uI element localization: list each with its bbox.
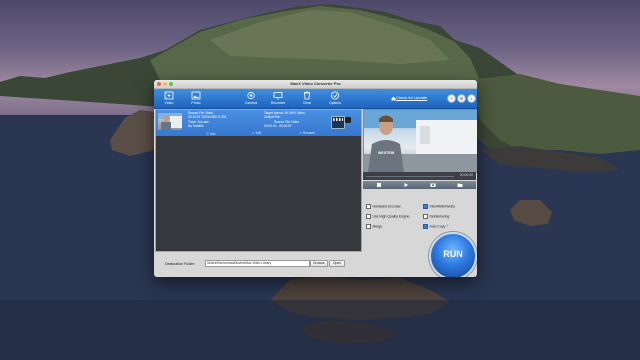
merge-checkbox[interactable] bbox=[366, 223, 371, 229]
recorder-icon bbox=[273, 92, 283, 100]
main-toolbar: Video Photo Camera Recorder Clear Option… bbox=[154, 89, 477, 109]
camera-label: Camera bbox=[244, 101, 258, 105]
stop-icon[interactable] bbox=[376, 182, 382, 188]
task-actions: ⓘ Info ✂ Edit ▭ Rename bbox=[156, 131, 361, 136]
clear-label: Clear bbox=[302, 101, 312, 105]
app-window: MacX Video Converter Pro Video Photo Cam… bbox=[154, 80, 477, 277]
add-photo-button[interactable]: Photo bbox=[183, 90, 209, 107]
destination-bar: Destination Folder: /Users/Ramon/dad/Mov… bbox=[155, 252, 425, 276]
deinterlacing-checkbox[interactable] bbox=[423, 213, 428, 219]
intel-amd-nvidia-checkbox[interactable] bbox=[423, 203, 428, 209]
help-icon[interactable]: ? bbox=[447, 94, 456, 103]
task-edit-label: Edit bbox=[255, 131, 262, 135]
hardware-encoder-checkbox[interactable] bbox=[366, 203, 371, 209]
browse-button[interactable]: Browse bbox=[310, 260, 328, 267]
task-settings-icon[interactable] bbox=[345, 117, 351, 123]
auto-copy-help-icon[interactable]: ? bbox=[446, 224, 448, 228]
check-for-update-link[interactable]: Check for Update bbox=[396, 95, 427, 100]
preview-controls bbox=[363, 181, 476, 189]
auto-copy-label: Auto Copy bbox=[429, 224, 446, 229]
photo-plus-icon bbox=[191, 91, 201, 100]
preview-timeline[interactable]: 00:00:00 bbox=[363, 172, 476, 180]
video-thumbnail bbox=[158, 113, 182, 130]
high-quality-engine-option[interactable]: Use High Quality Engine bbox=[366, 213, 410, 219]
merge-label: Merge bbox=[372, 224, 383, 229]
options-icon bbox=[331, 91, 339, 100]
open-button[interactable]: Open bbox=[329, 260, 345, 267]
snapshot-camera-icon[interactable] bbox=[430, 182, 436, 188]
video-preview: WESTEIN bbox=[363, 109, 477, 173]
clear-button[interactable]: Clear bbox=[294, 90, 320, 107]
task-list[interactable]: Source File Video 00:10:57 1920x1080 H.2… bbox=[155, 109, 362, 252]
destination-folder-field[interactable]: /Users/Ramon/dad/Movies/Mac Video Librar… bbox=[205, 260, 310, 267]
deinterlacing-label: Deinterlacing bbox=[429, 214, 450, 219]
auto-copy-checkbox[interactable] bbox=[423, 223, 428, 229]
camera-button[interactable]: Camera bbox=[238, 90, 264, 107]
title-bar: MacX Video Converter Pro bbox=[154, 80, 477, 89]
options-button[interactable]: Options bbox=[322, 90, 348, 107]
task-edit-button[interactable]: ✂ Edit bbox=[252, 131, 261, 135]
window-title: MacX Video Converter Pro bbox=[290, 81, 341, 86]
run-button[interactable]: RUN bbox=[429, 232, 477, 277]
source-subtitle: No Subtitle bbox=[188, 124, 204, 129]
high-quality-engine-checkbox[interactable] bbox=[366, 213, 371, 219]
play-icon[interactable] bbox=[403, 182, 409, 188]
task-info-label: Info bbox=[210, 132, 216, 136]
preview-time: 00:00:00 bbox=[459, 173, 473, 177]
intel-amd-nvidia-label: Intel/AMD/Nvidia bbox=[429, 204, 455, 209]
recorder-button[interactable]: Recorder bbox=[265, 90, 291, 107]
high-quality-engine-label: Use High Quality Engine bbox=[372, 214, 410, 219]
folder-icon[interactable] bbox=[457, 182, 463, 188]
settings-gear-icon[interactable]: ⚙ bbox=[457, 94, 466, 103]
destination-folder-label: Destination Folder: bbox=[165, 262, 196, 266]
task-row[interactable]: Source File Video 00:10:57 1920x1080 H.2… bbox=[156, 110, 361, 136]
deinterlacing-option[interactable]: Deinterlacing bbox=[423, 213, 450, 219]
add-video-label: Video bbox=[164, 101, 174, 105]
task-info-button[interactable]: ⓘ Info bbox=[206, 131, 215, 136]
task-rename-label: Rename bbox=[302, 131, 315, 135]
add-photo-label: Photo bbox=[191, 101, 201, 105]
info-icon[interactable]: i bbox=[467, 94, 476, 103]
auto-copy-option[interactable]: Auto Copy? bbox=[423, 223, 448, 229]
hardware-encoder-label: Hardware Encoder bbox=[372, 204, 401, 209]
recorder-label: Recorder bbox=[270, 101, 286, 105]
merge-option[interactable]: Merge bbox=[366, 223, 383, 229]
video-plus-icon bbox=[164, 91, 174, 100]
codec-clapper-icon[interactable] bbox=[331, 116, 345, 129]
source-info: Source File Video 00:10:57 1920x1080 H.2… bbox=[188, 111, 226, 129]
options-label: Options bbox=[328, 101, 342, 105]
timeline-track[interactable] bbox=[366, 176, 454, 177]
hardware-encoder-option[interactable]: Hardware Encoder bbox=[366, 203, 401, 209]
intel-amd-nvidia-option[interactable]: Intel/AMD/Nvidia bbox=[423, 203, 455, 209]
task-rename-button[interactable]: ▭ Rename bbox=[299, 131, 315, 135]
output-duration: 00:00:00 - 00:10:57 bbox=[264, 124, 292, 129]
target-info: Target format: 4K MP4 Video Output File:… bbox=[264, 111, 305, 129]
add-video-button[interactable]: Video bbox=[156, 90, 182, 107]
preview-frame: WESTEIN bbox=[364, 110, 477, 172]
camera-icon bbox=[247, 91, 255, 100]
run-label: RUN bbox=[443, 249, 463, 259]
shirt-text: WESTEIN bbox=[378, 151, 395, 155]
trash-icon bbox=[304, 91, 310, 100]
